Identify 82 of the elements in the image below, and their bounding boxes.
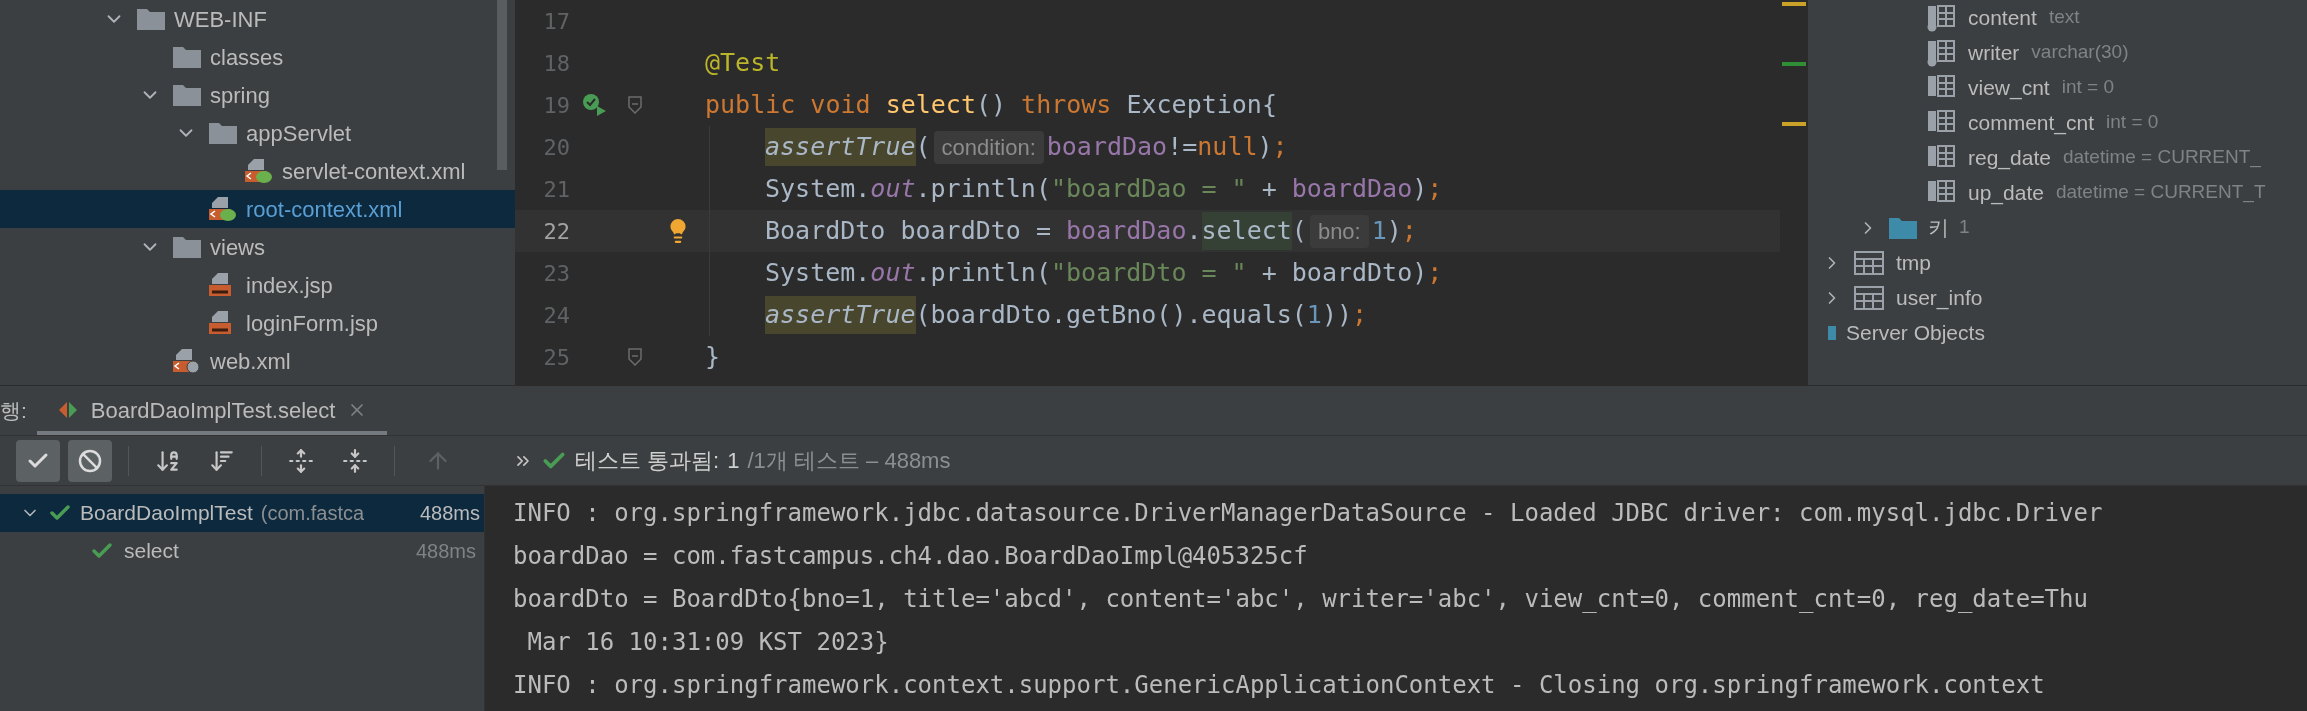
test-package: (com.fastca: [260, 501, 365, 526]
code-line: BoardDto boardDto = boardDao.select( bno: 1);: [765, 212, 1417, 250]
panel-label: 행:: [0, 397, 27, 424]
line-number: 18: [542, 49, 570, 78]
column-name[interactable]: up_date: [1968, 176, 2044, 209]
tree-item[interactable]: root-context.xml: [0, 190, 515, 228]
console-line: Mar 16 10:31:09 KST 2023}: [526, 627, 890, 658]
folder-icon: [172, 235, 202, 259]
column-name[interactable]: reg_date: [1968, 141, 2051, 174]
line-number: 19: [542, 91, 570, 120]
code-line: assertTrue(boardDto.getBno().equals(1));: [765, 296, 1368, 334]
table-name[interactable]: user_info: [1896, 281, 1983, 314]
column-name[interactable]: writer: [1968, 36, 2020, 69]
line-number: 17: [542, 7, 570, 36]
line-number: 25: [542, 343, 570, 372]
folder-icon: [1888, 215, 1918, 240]
column-type: int = 0: [2106, 110, 2159, 135]
code-line: public void select() throws Exception{: [705, 89, 1277, 122]
table-icon: [1854, 284, 1884, 311]
console-line: INFO : org.springframework.jdbc.datasource.DriverManagerDataSource - Loaded JDBC driver: com.mysql.jdbc.Driver: [513, 498, 2104, 529]
test-tree-item[interactable]: select 488ms: [0, 532, 484, 570]
fold-icon[interactable]: [628, 96, 642, 114]
line-number: 21: [542, 175, 570, 204]
line-number: 20: [542, 133, 570, 162]
line-number: 22: [542, 217, 570, 246]
code-line: System.out.println("boardDto = " + boardDto);: [765, 257, 1443, 290]
console-line: boardDao = com.fastcampus.ch4.dao.BoardDaoImpl@405325cf: [513, 541, 1309, 572]
scrollbar-thumb[interactable]: [497, 0, 507, 170]
fold-icon[interactable]: [628, 348, 642, 366]
column-type: datetime = CURRENT_: [2062, 145, 2261, 170]
tree-item[interactable]: web.xml: [0, 342, 515, 380]
line-number: 24: [542, 301, 570, 330]
test-name: select: [124, 538, 179, 565]
keys-count: 1: [1959, 215, 1970, 240]
tree-item[interactable]: index.jsp: [0, 266, 515, 304]
spring-xml-file-icon: [244, 158, 274, 184]
code-line: assertTrue( condition: boardDao!=null);: [765, 128, 1288, 166]
tree-item[interactable]: loginForm.jsp: [0, 304, 515, 342]
test-tree-item[interactable]: BoardDaoImplTest (com.fastca 488ms: [0, 494, 484, 532]
column-name[interactable]: comment_cnt: [1968, 106, 2095, 139]
table-name[interactable]: tmp: [1896, 246, 1931, 279]
test-name: BoardDaoImplTest: [80, 500, 253, 527]
console-line: INFO : org.springframework.context.support.GenericApplicationContext - Closing org.springframework.context: [513, 670, 2046, 701]
tree-item[interactable]: classes: [0, 38, 515, 76]
collapse-all-icon[interactable]: [342, 447, 368, 474]
console-line: boardDto = BoardDto{bno=1, title='abcd', content='abc', writer='abc', view_cnt=0, comment_cnt=0, reg_date=Thu: [513, 584, 2089, 615]
code-line: }: [705, 341, 721, 374]
folder-icon: [172, 83, 202, 107]
code-line: @Test: [705, 47, 781, 80]
tree-item[interactable]: appServlet: [0, 114, 515, 152]
column-type: datetime = CURRENT_T: [2055, 180, 2266, 205]
column-name[interactable]: content: [1968, 1, 2037, 34]
line-number: 23: [542, 259, 570, 288]
filter-toggle-button[interactable]: [16, 439, 60, 482]
tree-item[interactable]: spring: [0, 76, 515, 114]
column-type: int = 0: [2061, 75, 2114, 100]
required-column-icon: [1926, 38, 1956, 67]
filter-toggle-button[interactable]: [68, 439, 112, 482]
column-name[interactable]: view_cnt: [1968, 71, 2050, 104]
ban-icon: [78, 448, 102, 473]
status-label: 테스트 통과됨:: [575, 447, 720, 475]
test-duration: 488ms: [419, 501, 480, 526]
folder-icon: [172, 45, 202, 69]
folder-icon: [208, 121, 238, 145]
folder-icon: [136, 7, 166, 31]
required-column-icon: [1926, 3, 1956, 32]
table-icon: [1854, 249, 1884, 276]
tree-item[interactable]: servlet-context.xml: [0, 152, 515, 190]
expand-all-icon[interactable]: [288, 447, 314, 474]
test-duration: 488ms: [415, 539, 476, 564]
passed-count: 1: [727, 447, 740, 475]
column-type: varchar(30): [2031, 40, 2129, 65]
spring-xml-file-icon: [208, 196, 238, 222]
tree-item[interactable]: views: [0, 228, 515, 266]
code-line: System.out.println("boardDao = " + boardDao);: [765, 173, 1443, 206]
column-type: text: [2048, 5, 2080, 30]
section-icon: [1828, 325, 1836, 340]
section-label[interactable]: Server Objects: [1846, 316, 1985, 349]
keys-folder-label[interactable]: 키: [1928, 211, 1949, 244]
web-xml-file-icon: [172, 348, 202, 374]
tree-item[interactable]: WEB-INF: [0, 0, 515, 38]
status-summary: /1개 테스트 – 488ms: [747, 447, 951, 475]
